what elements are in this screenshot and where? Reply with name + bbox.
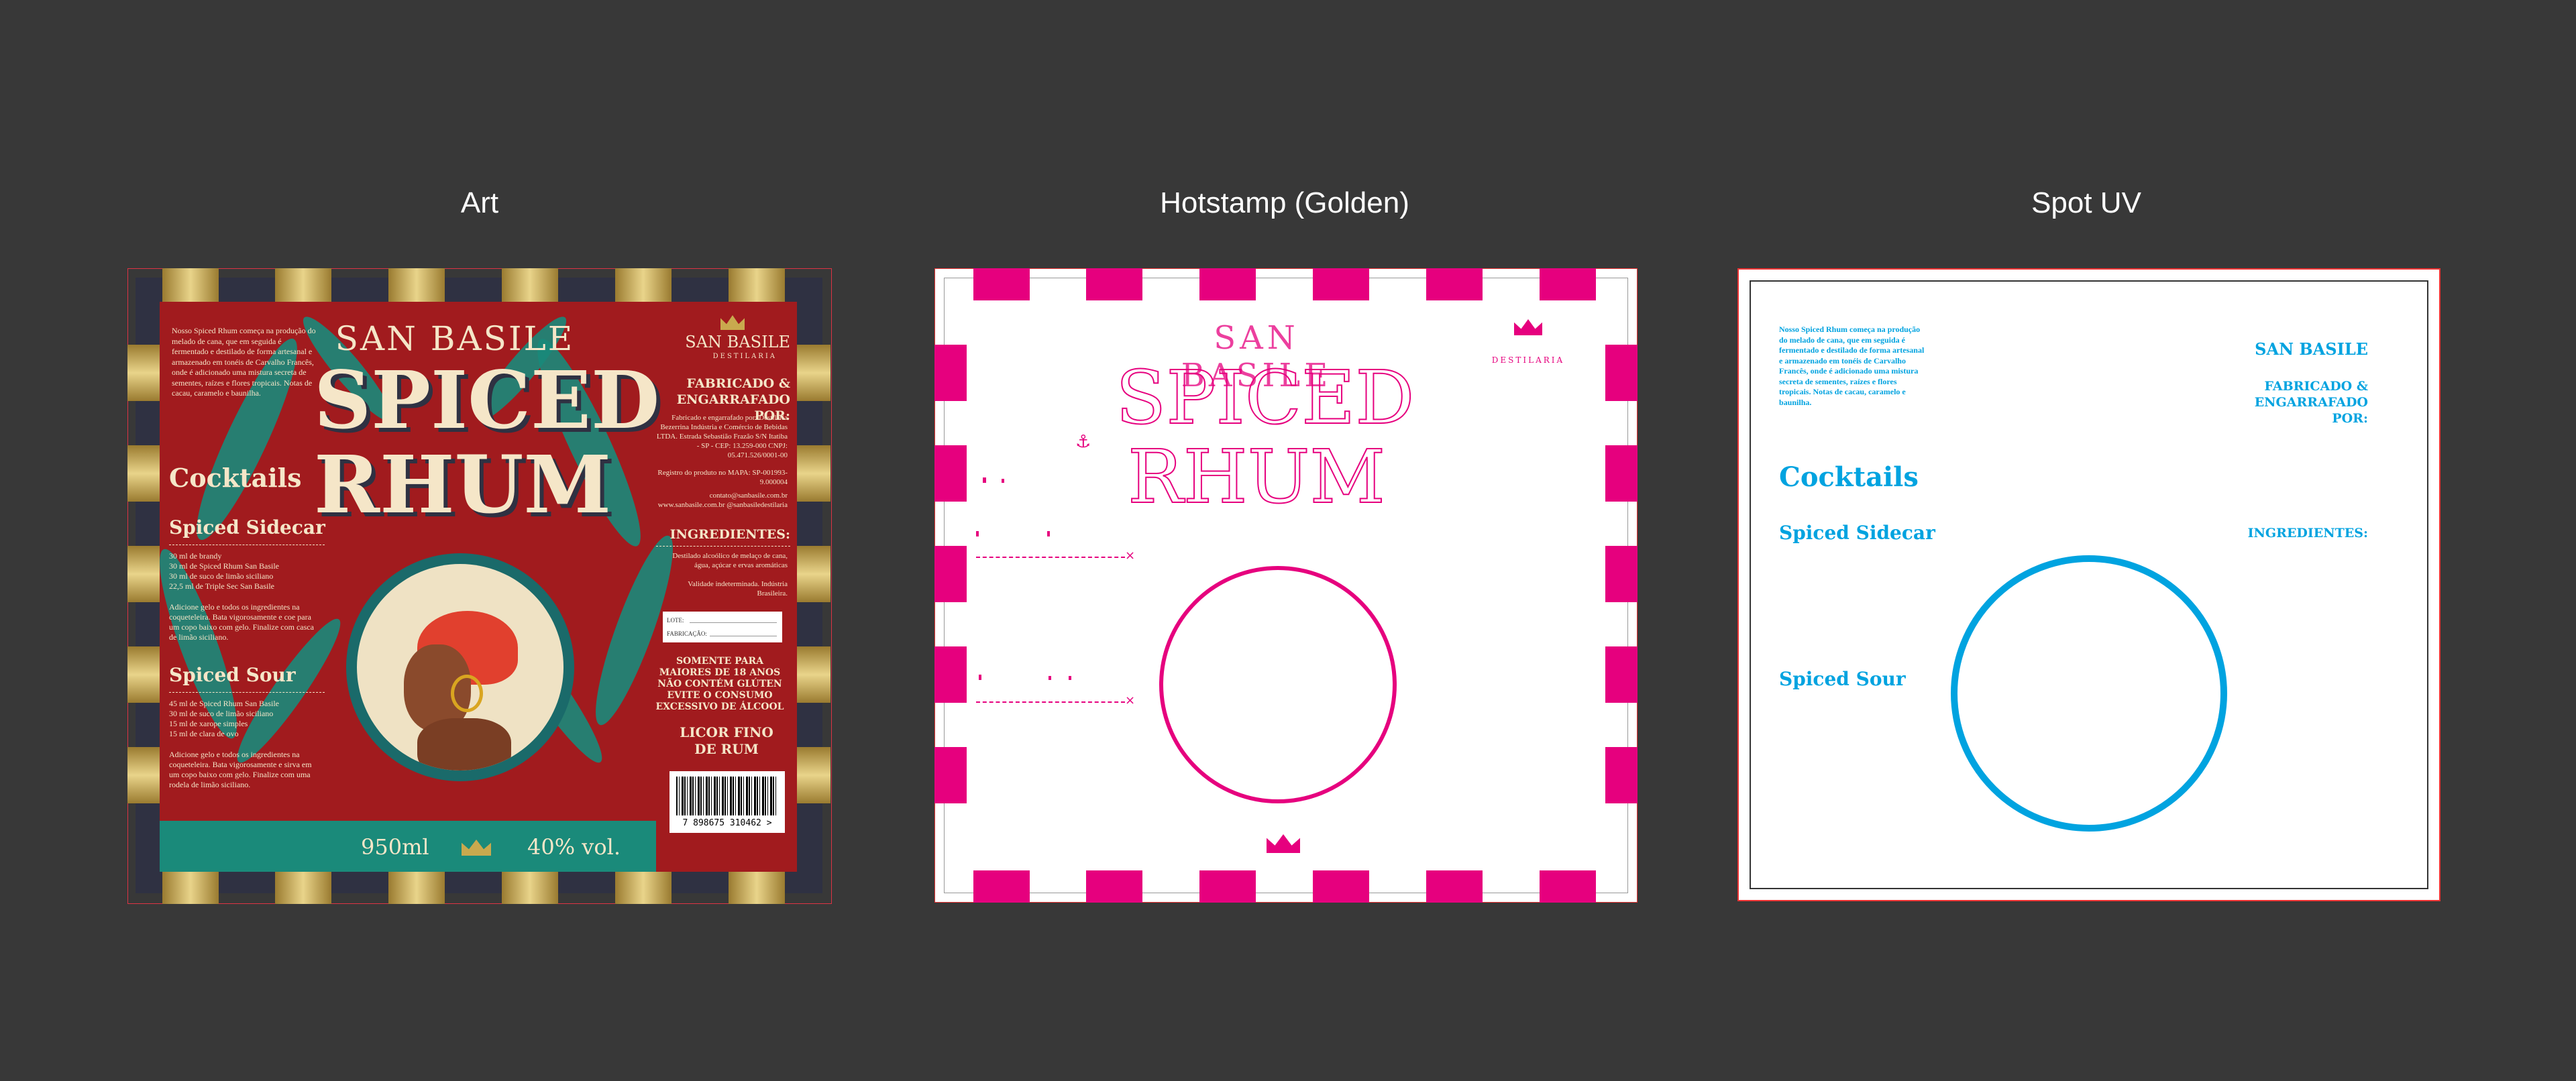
story-text: Nosso Spiced Rhum começa na produção do …: [172, 326, 316, 398]
brand-name: SAN BASILE: [335, 319, 575, 358]
sidecar-title: Spiced Sidecar: [169, 516, 325, 538]
liquor-text: LICOR FINO DE RUM: [680, 724, 773, 757]
hotstamp-product-line-1: SPICED: [1115, 355, 1415, 441]
lot-box: LOTE: FABRICAÇÃO:: [663, 612, 782, 642]
hotstamp-x-mark: ×: [1125, 549, 1136, 563]
art-panel: Nosso Spiced Rhum começa na produção do …: [127, 268, 832, 904]
validity-text: Validade indeterminada. Indústria Brasil…: [688, 580, 788, 598]
hotstamp-mark: [1049, 676, 1051, 680]
lot-label: LOTE:: [667, 617, 684, 624]
art-panel-title: Art: [460, 186, 499, 219]
warning-text: SOMENTE PARA MAIORES DE 18 ANOS NÃO CONT…: [655, 656, 784, 712]
hotstamp-mark: [979, 675, 981, 680]
hotstamp-portrait-circle: [1159, 566, 1397, 803]
sour-ingredient: 45 ml de Spiced Rhum San Basile: [169, 699, 279, 708]
sidecar-ingredient: 30 ml de Spiced Rhum San Basile: [169, 561, 279, 571]
spotuv-logo-name: SAN BASILE: [2255, 339, 2368, 359]
spotuv-story-text: Nosso Spiced Rhum começa na produção do …: [1779, 325, 1925, 407]
made-by-text: Fabricado e engarrafado por: Destilaria …: [656, 414, 788, 459]
sour-ingredients: 45 ml de Spiced Rhum San Basile 30 ml de…: [169, 699, 317, 739]
portrait-circle: [346, 553, 574, 781]
product-line-1: SPICED: [314, 353, 660, 447]
hotstamp-tabs-left: [934, 268, 967, 903]
barcode: 7 898675 310462 >: [669, 771, 785, 833]
hotstamp-tabs-bottom: [934, 870, 1638, 903]
cocktails-title: Cocktails: [169, 463, 302, 493]
label-main: Nosso Spiced Rhum começa na produção do …: [160, 302, 797, 872]
sidecar-ingredients: 30 ml de brandy 30 ml de Spiced Rhum San…: [169, 551, 317, 591]
hotstamp-logo-sub: DESTILARIA: [1491, 355, 1565, 365]
hotstamp-mark: [1069, 676, 1071, 680]
gold-tabs-right: [794, 278, 830, 893]
gold-tabs-bottom: [136, 868, 822, 904]
hotstamp-mark: [1002, 479, 1004, 483]
crown-logo-icon: [720, 315, 745, 330]
hotstamp-mark: [983, 477, 986, 483]
sour-ingredient: 15 ml de xarope simples: [169, 719, 248, 728]
hotstamp-dashed-line: [976, 557, 1125, 558]
volume-text: 950ml: [361, 834, 429, 860]
hotstamp-tabs-top: [934, 268, 1638, 300]
barcode-number: 7 898675 310462 >: [682, 818, 772, 828]
registry-text: Registro do produto no MAPA: SP-001993-9…: [657, 469, 788, 486]
hotstamp-mark: [976, 531, 979, 536]
spotuv-ingredients-title: INGREDIENTES:: [2247, 526, 2368, 540]
sidecar-ingredient: 30 ml de suco de limão siciliano: [169, 571, 274, 581]
hotstamp-tabs-right: [1605, 268, 1638, 903]
portrait-illustration: [357, 564, 564, 771]
sour-divider: [169, 692, 325, 693]
sidecar-ingredient: 30 ml de brandy: [169, 551, 222, 561]
contact-text: contato@sanbasile.com.br www.sanbasile.c…: [657, 492, 788, 509]
footer-band: 950ml 40% vol.: [160, 821, 656, 872]
sour-method: Adicione gelo e todos os ingredientes na…: [169, 750, 312, 789]
sour-ingredient: 30 ml de suco de limão siciliano: [169, 709, 274, 718]
crown-footer-icon: [462, 840, 491, 856]
earring: [451, 675, 483, 712]
hotstamp-mark: [1047, 531, 1050, 536]
neck-shoulder: [417, 718, 511, 771]
hotstamp-x-mark: ×: [1125, 693, 1136, 707]
product-line-2: RHUM: [314, 438, 612, 531]
sidecar-method: Adicione gelo e todos os ingredientes na…: [169, 602, 314, 642]
gold-tabs-left: [127, 278, 164, 893]
lot-line: [690, 622, 777, 623]
sour-ingredient: 15 ml de clara de ovo: [169, 729, 239, 738]
spotuv-panel: Nosso Spiced Rhum começa na produção do …: [1737, 268, 2442, 904]
spotuv-panel-title: Spot UV: [2031, 186, 2141, 219]
hotstamp-product-line-2: RHUM: [1127, 434, 1386, 520]
logo-name: SAN BASILE: [685, 333, 790, 351]
ingredients-title: INGREDIENTES:: [669, 527, 790, 542]
spotuv-sidecar-title: Spiced Sidecar: [1779, 522, 1935, 544]
barcode-bars: [676, 777, 778, 815]
spotuv-portrait-circle: [1951, 555, 2227, 832]
hotstamp-dashed-line: [976, 701, 1125, 703]
spotuv-made-by-title: FABRICADO & ENGARRAFADO POR:: [2254, 379, 2368, 426]
hotstamp-panel-title: Hotstamp (Golden): [1160, 186, 1409, 219]
ingredients-divider: [656, 546, 790, 547]
gold-tabs-top: [136, 268, 822, 304]
spotuv-cocktails-title: Cocktails: [1779, 461, 1919, 493]
logo-sub: DESTILARIA: [712, 353, 777, 360]
hotstamp-anchor-icon: ⚓: [1075, 432, 1091, 452]
spotuv-sour-title: Spiced Sour: [1779, 668, 1906, 690]
fabricacao-label: FABRICAÇÃO:: [667, 630, 707, 637]
sidecar-ingredient: 22,5 ml de Triple Sec San Basile: [169, 581, 274, 591]
abv-text: 40% vol.: [527, 834, 621, 860]
sour-title: Spiced Sour: [169, 664, 296, 686]
ingredients-text: Destilado alcoólico de melaço de cana, á…: [672, 552, 788, 569]
hotstamp-panel: SAN BASILE SPICED RHUM ⚓ × × DESTILARIA: [934, 268, 1639, 904]
